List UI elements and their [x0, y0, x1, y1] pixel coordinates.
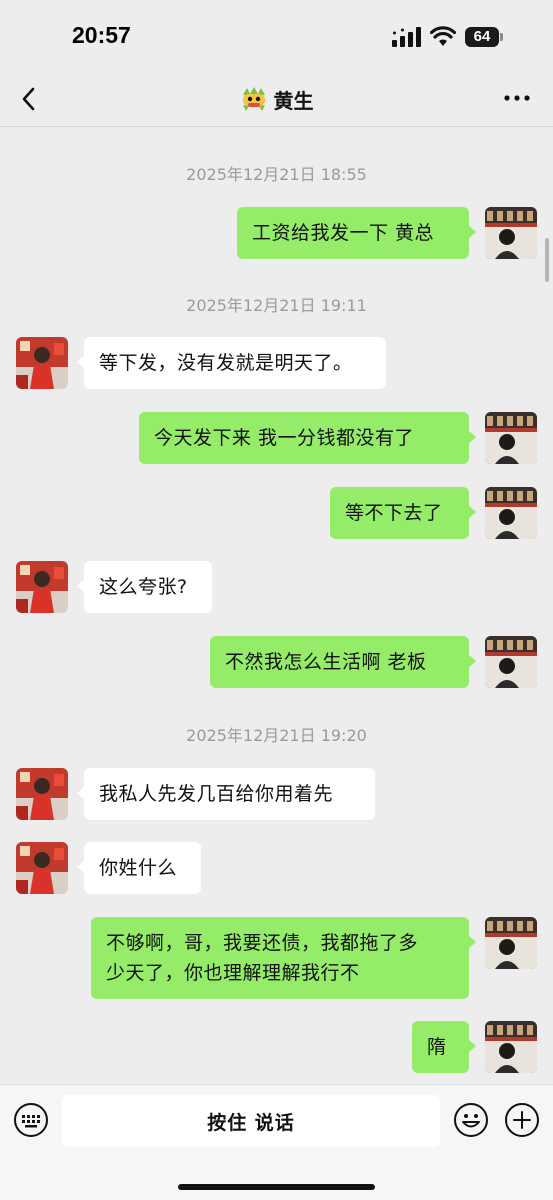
my-avatar-image	[485, 636, 537, 688]
timestamp: 2025年12月21日 19:20	[186, 726, 367, 745]
my-avatar[interactable]	[485, 917, 537, 969]
plus-circle-icon[interactable]	[504, 1102, 540, 1138]
my-avatar-image	[485, 917, 537, 969]
contact-avatar[interactable]	[16, 768, 68, 820]
contact-avatar-image	[16, 561, 68, 613]
status-bar: 20:57 64	[0, 0, 553, 75]
timestamp: 2025年12月21日 18:55	[186, 165, 367, 184]
battery-level: 64	[465, 27, 499, 47]
my-message-bubble[interactable]: 等不下去了	[330, 487, 476, 539]
my-avatar[interactable]	[485, 487, 537, 539]
contact-avatar-image	[16, 842, 68, 894]
message-line: 不够啊，哥，我要还债，我都拖了多	[106, 932, 419, 954]
my-avatar[interactable]	[485, 636, 537, 688]
keyboard-icon[interactable]	[13, 1102, 49, 1138]
hold-to-talk-button[interactable]: 按住 说话	[62, 1095, 440, 1147]
message-list[interactable]: 2025年12月21日 18:55 工资给我发一下 黄总 2025年12月21日…	[0, 128, 553, 1084]
contact-avatar[interactable]	[16, 561, 68, 613]
my-avatar[interactable]	[485, 412, 537, 464]
contact-message-bubble[interactable]: 你姓什么	[77, 842, 201, 894]
my-avatar-image	[485, 412, 537, 464]
contact-avatar-image	[16, 768, 68, 820]
more-dots-icon[interactable]	[503, 93, 531, 103]
my-message-bubble[interactable]: 不然我怎么生活啊 老板	[210, 636, 476, 688]
my-avatar-image	[485, 487, 537, 539]
chat-title-group[interactable]: 黄生	[0, 83, 553, 115]
input-bar: 按住 说话	[0, 1084, 553, 1200]
chat-title: 黄生	[273, 88, 314, 113]
my-message-bubble[interactable]: 工资给我发一下 黄总	[237, 207, 476, 259]
my-avatar-image	[485, 1021, 537, 1073]
status-time: 20:57	[72, 22, 131, 48]
contact-avatar-image	[16, 337, 68, 389]
dragon-emoji-icon	[242, 87, 265, 111]
scrollbar-thumb[interactable]	[545, 238, 549, 282]
my-message-bubble[interactable]: 不够啊，哥，我要还债，我都拖了多 少天了，你也理解理解我行不	[91, 917, 476, 999]
my-avatar[interactable]	[485, 207, 537, 259]
home-indicator[interactable]	[178, 1184, 375, 1190]
timestamp: 2025年12月21日 19:11	[186, 296, 367, 315]
contact-avatar[interactable]	[16, 842, 68, 894]
contact-message-bubble[interactable]: 这么夸张?	[77, 561, 212, 613]
contact-message-bubble[interactable]: 等下发，没有发就是明天了。	[77, 337, 386, 389]
message-line: 少天了，你也理解理解我行不	[106, 962, 360, 984]
contact-avatar[interactable]	[16, 337, 68, 389]
my-avatar[interactable]	[485, 1021, 537, 1073]
chat-header: 黄生	[0, 75, 553, 127]
cellular-signal-icon	[392, 27, 421, 47]
my-message-bubble[interactable]: 隋	[412, 1021, 476, 1073]
battery-icon: 64	[465, 27, 503, 47]
my-message-bubble[interactable]: 今天发下来 我一分钱都没有了	[139, 412, 476, 464]
smiley-icon[interactable]	[453, 1102, 489, 1138]
wifi-icon	[430, 26, 456, 46]
my-avatar-image	[485, 207, 537, 259]
contact-message-bubble[interactable]: 我私人先发几百给你用着先	[77, 768, 375, 820]
